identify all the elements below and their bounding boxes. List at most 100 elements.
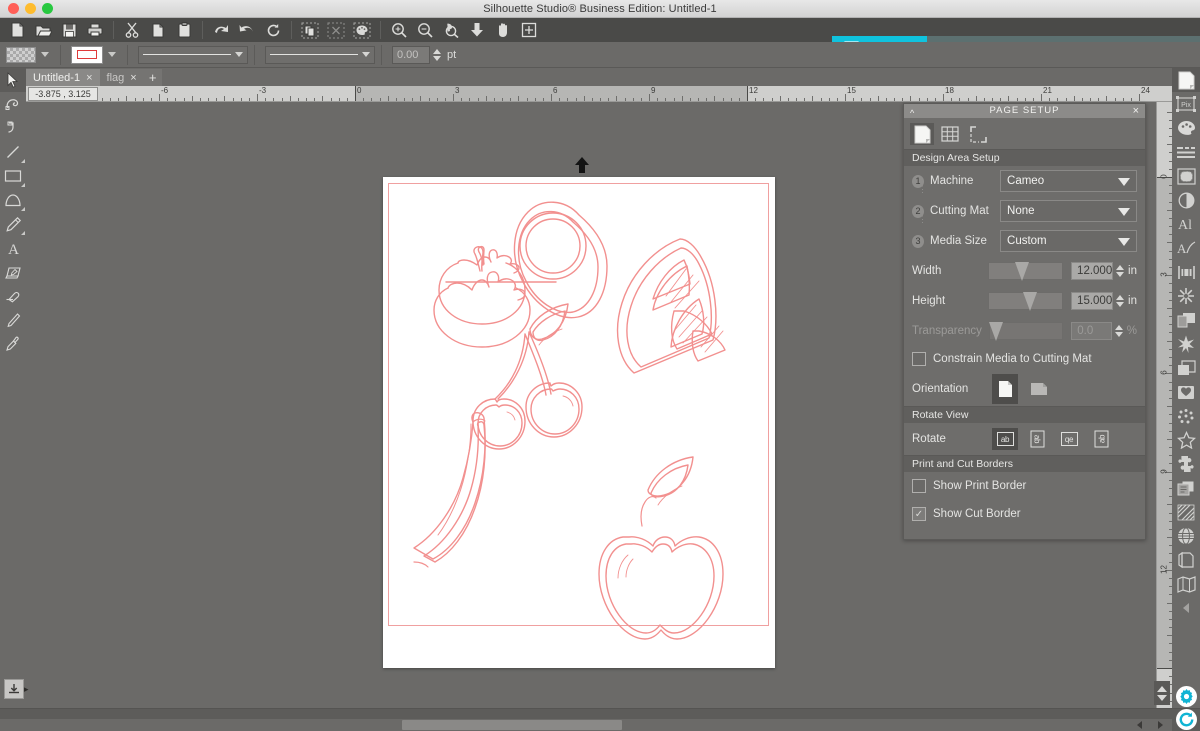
text-tool[interactable]: A bbox=[0, 236, 26, 260]
eraser-tool[interactable] bbox=[0, 284, 26, 308]
clipboard-paste-button[interactable] bbox=[171, 18, 197, 42]
cut-button[interactable] bbox=[119, 18, 145, 42]
puzzle-panel-button[interactable] bbox=[1172, 452, 1200, 476]
fruit-line-art[interactable] bbox=[383, 177, 775, 668]
grid-mode-tab[interactable] bbox=[938, 123, 962, 145]
fill-selection-button[interactable] bbox=[349, 18, 375, 42]
save-button[interactable] bbox=[56, 18, 82, 42]
copy-button[interactable] bbox=[145, 18, 171, 42]
close-tab-icon[interactable]: × bbox=[86, 72, 92, 84]
line-thickness-dropdown[interactable] bbox=[265, 45, 375, 64]
library-quick-button[interactable] bbox=[4, 679, 24, 699]
show-cut-border-checkbox[interactable]: ✓ bbox=[912, 507, 926, 521]
rotate-90-button[interactable]: ab bbox=[1024, 428, 1050, 450]
transform-panel-button[interactable] bbox=[1172, 284, 1200, 308]
shadow-panel-button[interactable] bbox=[1172, 188, 1200, 212]
star-panel-button[interactable] bbox=[1172, 428, 1200, 452]
replicate-panel-button[interactable] bbox=[1172, 308, 1200, 332]
rectangle-tool[interactable] bbox=[0, 164, 26, 188]
line-style-dropdown[interactable] bbox=[138, 45, 248, 64]
line-weight-stepper[interactable] bbox=[433, 48, 441, 61]
machine-select[interactable]: Cameo bbox=[1000, 170, 1138, 192]
zoom-in-button[interactable] bbox=[386, 18, 412, 42]
constrain-media-checkbox[interactable] bbox=[912, 352, 926, 366]
page-prev-button[interactable] bbox=[1130, 719, 1150, 731]
layers-panel-button[interactable] bbox=[1172, 476, 1200, 500]
undo-button[interactable] bbox=[208, 18, 234, 42]
hatch-fill-panel-button[interactable] bbox=[1172, 500, 1200, 524]
select-all-button[interactable] bbox=[297, 18, 323, 42]
width-input[interactable]: 12.000 bbox=[1071, 262, 1114, 280]
trace-panel-button[interactable] bbox=[1172, 380, 1200, 404]
expand-library-arrow[interactable]: ▸ bbox=[24, 684, 29, 695]
constrain-media-row[interactable]: Constrain Media to Cutting Mat bbox=[904, 346, 1145, 372]
width-slider[interactable] bbox=[988, 262, 1064, 281]
fill-color-swatch[interactable] bbox=[6, 46, 36, 63]
page-setup-panel-button[interactable] bbox=[1172, 68, 1200, 92]
new-tab-button[interactable]: + bbox=[143, 69, 162, 86]
vertical-ruler[interactable]: 036912 bbox=[1156, 102, 1172, 708]
close-panel-icon[interactable]: × bbox=[1133, 104, 1140, 118]
page-mode-tab[interactable] bbox=[910, 123, 934, 145]
fit-page-button[interactable] bbox=[516, 18, 542, 42]
text-style-panel-button[interactable]: Al bbox=[1172, 212, 1200, 236]
rotate-270-button[interactable]: ab bbox=[1088, 428, 1114, 450]
document-tab-untitled-1[interactable]: Untitled-1 × bbox=[26, 69, 100, 86]
new-document-button[interactable] bbox=[4, 18, 30, 42]
width-stepper[interactable] bbox=[1116, 265, 1125, 277]
open-button[interactable] bbox=[30, 18, 56, 42]
offset-panel-button[interactable] bbox=[1172, 356, 1200, 380]
knife-tool[interactable] bbox=[0, 116, 26, 140]
orientation-portrait-button[interactable] bbox=[992, 374, 1018, 404]
registration-mode-tab[interactable] bbox=[966, 123, 990, 145]
orientation-landscape-button[interactable] bbox=[1026, 374, 1052, 404]
media-size-select[interactable]: Custom bbox=[1000, 230, 1138, 252]
fit-to-window-button[interactable] bbox=[464, 18, 490, 42]
deselect-all-button[interactable] bbox=[323, 18, 349, 42]
text-on-path-panel-button[interactable]: A bbox=[1172, 236, 1200, 260]
line-tool[interactable] bbox=[0, 140, 26, 164]
draw-tool[interactable] bbox=[0, 212, 26, 236]
show-cut-border-row[interactable]: ✓ Show Cut Border bbox=[904, 500, 1145, 528]
page-next-button[interactable] bbox=[1150, 719, 1170, 731]
pixscan-panel-button[interactable]: Pix bbox=[1172, 92, 1200, 116]
note-tool[interactable] bbox=[0, 260, 26, 284]
close-tab-icon[interactable]: × bbox=[130, 72, 136, 84]
eyedropper-tool[interactable] bbox=[0, 332, 26, 356]
fill-color-panel-button[interactable] bbox=[1172, 116, 1200, 140]
horizontal-ruler[interactable]: -9-6-303691215182124 bbox=[26, 86, 1172, 102]
select-tool[interactable] bbox=[0, 68, 26, 92]
polygon-tool[interactable] bbox=[0, 188, 26, 212]
rhinestone-panel-button[interactable] bbox=[1172, 404, 1200, 428]
modify-panel-button[interactable] bbox=[1172, 332, 1200, 356]
show-print-border-row[interactable]: Show Print Border bbox=[904, 472, 1145, 500]
document-tab-flag[interactable]: flag × bbox=[99, 69, 144, 86]
height-stepper[interactable] bbox=[1116, 295, 1125, 307]
3d-panel-button[interactable] bbox=[1172, 548, 1200, 572]
slider-handle[interactable] bbox=[1014, 262, 1029, 281]
height-slider[interactable] bbox=[988, 292, 1064, 311]
slider-handle[interactable] bbox=[1022, 292, 1037, 311]
print-button[interactable] bbox=[82, 18, 108, 42]
line-weight-input[interactable]: 0.00 bbox=[392, 45, 430, 64]
edit-points-tool[interactable] bbox=[0, 92, 26, 116]
height-input[interactable]: 15.000 bbox=[1071, 292, 1114, 310]
vertical-scroll-steppers[interactable] bbox=[1154, 681, 1170, 705]
conical-warp-panel-button[interactable] bbox=[1172, 524, 1200, 548]
nesting-panel-button[interactable] bbox=[1172, 572, 1200, 596]
sync-button[interactable] bbox=[1176, 709, 1197, 730]
redo-button[interactable] bbox=[234, 18, 260, 42]
fill-color-dropdown-arrow[interactable] bbox=[41, 52, 49, 57]
pan-button[interactable] bbox=[490, 18, 516, 42]
line-style-panel-button[interactable] bbox=[1172, 140, 1200, 164]
line-color-dropdown-arrow[interactable] bbox=[108, 52, 116, 57]
rotate-0-button[interactable]: ab bbox=[992, 428, 1018, 450]
collapse-panel-icon[interactable]: ^ bbox=[910, 106, 915, 120]
align-panel-button[interactable] bbox=[1172, 260, 1200, 284]
rotate-180-button[interactable]: qe bbox=[1056, 428, 1082, 450]
brush-tool[interactable] bbox=[0, 308, 26, 332]
zoom-selection-button[interactable] bbox=[438, 18, 464, 42]
cutting-mat-select[interactable]: None bbox=[1000, 200, 1138, 222]
collapse-rail-button[interactable] bbox=[1172, 596, 1200, 620]
line-color-swatch[interactable] bbox=[71, 45, 103, 64]
